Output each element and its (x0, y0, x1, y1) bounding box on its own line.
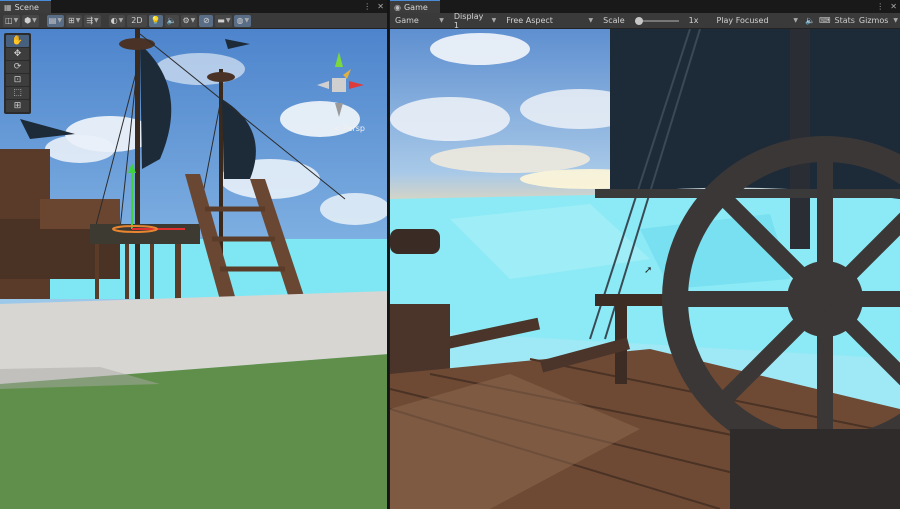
kebab-menu-icon[interactable]: ⋮ (363, 2, 371, 11)
tab-scene[interactable]: ▦ Scene (0, 0, 51, 13)
gizmo-neg-x-axis[interactable] (317, 81, 329, 89)
sphere-icon: ◐ (110, 16, 118, 25)
tool-strip: ✋ ✥ ⟳ ⊡ ⬚ ⊞ (4, 33, 31, 114)
chevron-down-icon: ▼ (588, 17, 594, 24)
shading-button[interactable]: ⬢ ▼ (22, 14, 39, 27)
gizmos-label: Gizmos (858, 16, 889, 25)
stats-button[interactable]: Stats (834, 16, 854, 25)
chevron-down-icon: ▼ (190, 17, 196, 24)
draw-mode-icon: ◫ (5, 16, 13, 25)
play-mode-select[interactable]: Play Focused ▼ (713, 14, 800, 27)
camera-icon: ▬ (217, 16, 225, 25)
gizmos-button[interactable]: ◍ ▼ (234, 14, 252, 27)
scene-toolbar: ◫ ▼ ⬢ ▼ ▤ ▼ ⊞ ▼ ⇶ ▼ ◐ ▼ 2D 💡 🔈 ⚙ ▼ ⊘ ▬ ▼ ◍ ▼ (0, 13, 387, 29)
scale-control: Scale 1x (600, 14, 701, 27)
gizmo-y-axis[interactable] (335, 52, 343, 67)
play-mode-value: Play Focused (716, 16, 769, 25)
snap-increment-button[interactable]: ⊞ ▼ (65, 14, 83, 27)
lightbulb-icon: 💡 (150, 16, 161, 25)
render-mode-button[interactable]: ◐ ▼ (108, 14, 126, 27)
effects-icon: ⚙ (182, 16, 190, 25)
chevron-down-icon: ▼ (118, 17, 124, 24)
gizmo-x-axis[interactable] (349, 81, 364, 89)
transform-tool-button[interactable]: ⊞ (6, 100, 29, 112)
hand-tool-button[interactable]: ✋ (6, 35, 29, 47)
game-tab-label: Game (403, 2, 428, 12)
grid-icon: ▤ (48, 16, 57, 25)
rotate-tool-button[interactable]: ⟳ (6, 61, 29, 73)
scene-tab-label: Scene (14, 2, 39, 12)
hand-icon: ✋ (11, 36, 24, 46)
chevron-down-icon: ▼ (225, 17, 231, 24)
2d-toggle-label: 2D (131, 16, 143, 25)
gizmo-z-axis[interactable] (343, 69, 351, 79)
aspect-select[interactable]: Free Aspect ▼ (503, 14, 596, 27)
mouse-cursor: ➚ (644, 265, 653, 276)
game-toolbar: Game ▼ Display 1 ▼ Free Aspect ▼ Scale 1… (390, 11, 900, 30)
2d-toggle-button[interactable]: 2D (127, 14, 147, 27)
chevron-down-icon: ▼ (57, 17, 62, 24)
game-viewport[interactable]: ➚ (390, 29, 900, 509)
gizmos-select[interactable]: Gizmos ▼ (859, 14, 898, 27)
aspect-value: Free Aspect (506, 16, 553, 25)
chevron-down-icon: ▼ (32, 17, 37, 24)
display-select[interactable]: Display 1 ▼ (451, 11, 499, 30)
move-icon: ✥ (13, 49, 22, 59)
gizmo-neg-y-axis[interactable] (335, 103, 343, 117)
keyboard-icon[interactable]: ⌨ (819, 16, 831, 25)
mute-audio-icon[interactable]: 🔈 (805, 16, 815, 25)
transform-icon: ⊞ (13, 101, 22, 111)
grid-snap-button[interactable]: ▤ ▼ (46, 14, 64, 27)
speaker-icon: 🔈 (166, 16, 177, 25)
audio-toggle-button[interactable]: 🔈 (164, 14, 179, 27)
lighting-toggle-button[interactable]: 💡 (148, 14, 163, 27)
display-value: Display 1 (453, 11, 484, 30)
scale-tool-button[interactable]: ⊡ (6, 74, 29, 86)
gizmo-center-cube[interactable] (332, 78, 346, 92)
draw-mode-button[interactable]: ◫ ▼ (3, 14, 21, 27)
align-icon: ⇶ (86, 16, 94, 25)
perspective-label[interactable]: < Persp (334, 124, 365, 133)
display-mode-select[interactable]: Game ▼ (392, 14, 447, 27)
eye-slash-icon: ⊘ (202, 16, 210, 25)
chevron-down-icon: ▼ (244, 17, 250, 24)
effects-button[interactable]: ⚙ ▼ (180, 14, 198, 27)
scale-slider-knob[interactable] (634, 16, 643, 25)
rect-tool-button[interactable]: ⬚ (6, 87, 29, 99)
rotate-icon: ⟳ (13, 62, 22, 72)
close-icon[interactable]: ✕ (377, 2, 384, 11)
scale-label: Scale (603, 16, 625, 25)
chevron-down-icon: ▼ (893, 17, 899, 24)
kebab-menu-icon[interactable]: ⋮ (876, 2, 884, 11)
globe-icon: ◍ (236, 16, 244, 25)
visibility-toggle-button[interactable]: ⊘ (199, 14, 214, 27)
align-button[interactable]: ⇶ ▼ (84, 14, 101, 27)
move-tool-button[interactable]: ✥ (6, 48, 29, 60)
chevron-down-icon: ▼ (75, 17, 81, 24)
scene-panel: ▦ Scene ⋮ ✕ ◫ ▼ ⬢ ▼ ▤ ▼ ⊞ ▼ ⇶ ▼ ◐ ▼ 2D 💡 🔈 ⚙ ▼ … (0, 0, 389, 509)
chevron-down-icon: ▼ (13, 17, 19, 24)
display-mode-value: Game (395, 16, 419, 25)
gamepad-icon: ◉ (394, 2, 401, 12)
scale-slider[interactable] (634, 16, 679, 25)
orientation-gizmo[interactable] (309, 47, 369, 127)
camera-settings-button[interactable]: ▬ ▼ (215, 14, 233, 27)
scene-viewport[interactable]: ✋ ✥ ⟳ ⊡ ⬚ ⊞ < Persp (0, 29, 387, 509)
cube-icon: ⬢ (24, 16, 32, 25)
chevron-down-icon: ▼ (793, 17, 798, 24)
close-icon[interactable]: ✕ (890, 2, 897, 11)
rect-icon: ⬚ (13, 88, 22, 98)
chevron-down-icon: ▼ (491, 17, 497, 24)
game-tabbar: ◉ Game ⋮ ✕ (390, 0, 900, 13)
game-panel: ◉ Game ⋮ ✕ Game ▼ Display 1 ▼ Free Aspec… (390, 0, 900, 509)
tab-game[interactable]: ◉ Game (390, 0, 440, 13)
scale-icon: ⊡ (13, 75, 22, 85)
chevron-down-icon: ▼ (439, 17, 444, 24)
scene-tabbar: ▦ Scene ⋮ ✕ (0, 0, 387, 13)
snap-icon: ⊞ (67, 16, 75, 25)
scene-tab-icon: ▦ (4, 2, 12, 12)
scale-value: 1x (688, 16, 699, 25)
chevron-down-icon: ▼ (94, 17, 99, 24)
